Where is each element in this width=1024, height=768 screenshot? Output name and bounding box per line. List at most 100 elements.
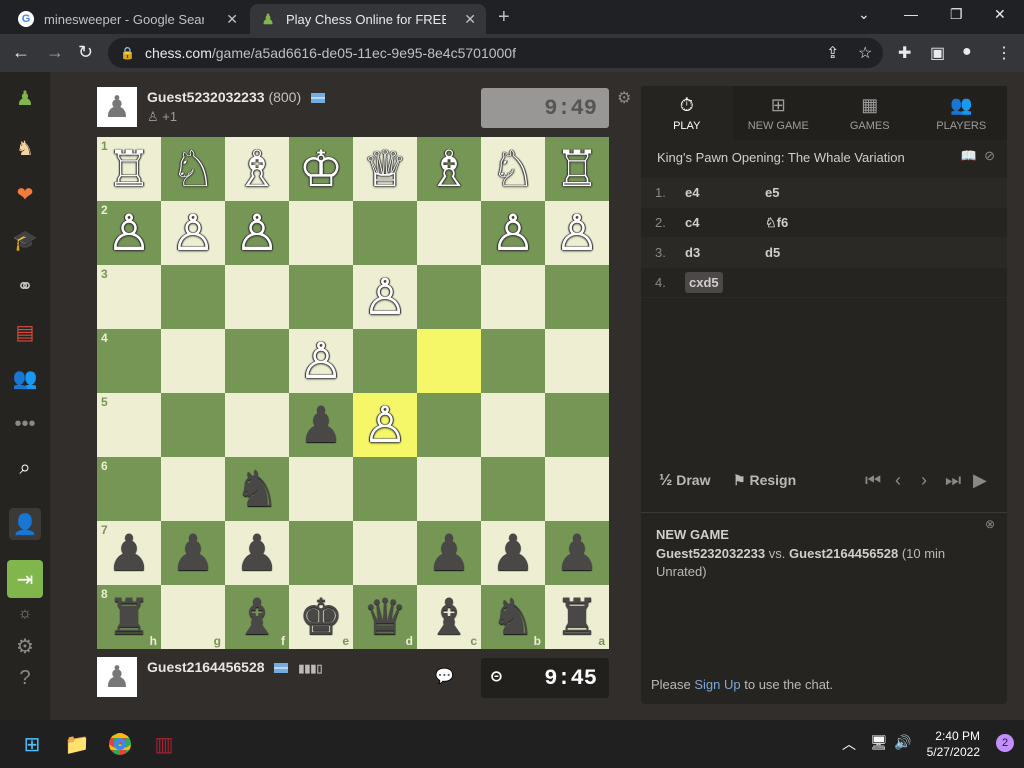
board-square[interactable] bbox=[289, 521, 353, 585]
chess-piece[interactable]: ♙ bbox=[171, 208, 216, 258]
white-move[interactable]: d3 bbox=[685, 245, 765, 260]
prev-move-icon[interactable]: ‹ bbox=[895, 470, 901, 491]
black-move[interactable]: ♘f6 bbox=[765, 215, 845, 231]
chess-piece[interactable]: ♞ bbox=[491, 592, 536, 642]
chrome-icon[interactable] bbox=[104, 728, 136, 760]
book-icon[interactable]: 📖 bbox=[961, 148, 977, 163]
board-square[interactable] bbox=[161, 265, 225, 329]
avatar[interactable]: ♟ bbox=[97, 87, 137, 127]
play-icon[interactable]: ▶ bbox=[973, 470, 987, 491]
chess-logo-icon[interactable]: ♟ bbox=[9, 82, 41, 114]
board-square[interactable] bbox=[481, 329, 545, 393]
tab-new-game[interactable]: ⊞ NEW GAME bbox=[733, 86, 825, 140]
login-icon[interactable]: ⇥ bbox=[7, 560, 43, 598]
chess-piece[interactable]: ♜ bbox=[555, 592, 600, 642]
avatar[interactable]: ♟ bbox=[97, 657, 137, 697]
board-square[interactable] bbox=[289, 201, 353, 265]
resign-button[interactable]: ⚑ Resign bbox=[733, 472, 796, 489]
top-player-name[interactable]: Guest5232032233 (800) bbox=[147, 89, 326, 105]
white-move[interactable]: e4 bbox=[685, 185, 765, 200]
board-square[interactable] bbox=[417, 201, 481, 265]
more-icon[interactable]: ••• bbox=[9, 408, 41, 440]
board-square[interactable]: ♟ bbox=[481, 521, 545, 585]
close-window-icon[interactable]: ✕ bbox=[994, 6, 1006, 23]
board-square[interactable]: ♗ bbox=[417, 137, 481, 201]
chess-piece[interactable]: ♟ bbox=[235, 528, 280, 578]
reload-icon[interactable]: ↻ bbox=[78, 42, 93, 63]
notification-badge[interactable]: 2 bbox=[996, 734, 1014, 752]
board-square[interactable] bbox=[481, 393, 545, 457]
chess-piece[interactable]: ♞ bbox=[235, 464, 280, 514]
board-square[interactable]: ♙ bbox=[481, 201, 545, 265]
chess-piece[interactable]: ♟ bbox=[299, 400, 344, 450]
board-square[interactable] bbox=[353, 457, 417, 521]
opening-name[interactable]: King's Pawn Opening: The Whale Variation bbox=[657, 150, 905, 165]
chess-piece[interactable]: ♕ bbox=[363, 144, 408, 194]
board-square[interactable] bbox=[417, 393, 481, 457]
last-move-icon[interactable]: ⏭ bbox=[945, 470, 961, 491]
board-square[interactable]: ♙ bbox=[545, 201, 609, 265]
board-square[interactable]: ♗ bbox=[225, 137, 289, 201]
chessboard[interactable]: ♖ 1 ♘ ♗ ♔ ♕ ♗ ♘ ♖ ♙ 2 ♙ ♙ ♙ ♙ 3 ♙ 4 ♙ 5 ♟ ♙ 6 ♞ ♟ 7 ♟ ♟ ♟ ♟ ♟ ♜ 8 h g ♝ f ♚ e ♛… bbox=[97, 137, 609, 649]
explorer-icon[interactable]: ⊘ bbox=[984, 148, 995, 163]
board-square[interactable] bbox=[161, 457, 225, 521]
board-square[interactable] bbox=[225, 265, 289, 329]
board-square[interactable]: ♟ 7 bbox=[97, 521, 161, 585]
board-square[interactable] bbox=[481, 457, 545, 521]
board-square[interactable]: 3 bbox=[97, 265, 161, 329]
board-square[interactable]: ♟ bbox=[545, 521, 609, 585]
chess-piece[interactable]: ♟ bbox=[171, 528, 216, 578]
network-icon[interactable]: 🖥 bbox=[870, 734, 888, 751]
board-square[interactable] bbox=[225, 329, 289, 393]
board-square[interactable] bbox=[225, 393, 289, 457]
next-move-icon[interactable]: › bbox=[921, 470, 927, 491]
chess-piece[interactable]: ♖ bbox=[555, 144, 600, 194]
board-square[interactable] bbox=[481, 265, 545, 329]
chess-piece[interactable]: ♙ bbox=[363, 400, 408, 450]
news-icon[interactable]: ▤ bbox=[9, 316, 41, 348]
black-move[interactable]: d5 bbox=[765, 245, 845, 260]
board-square[interactable]: ♟ bbox=[225, 521, 289, 585]
board-square[interactable]: ♚ e bbox=[289, 585, 353, 649]
close-tab-icon[interactable]: ✕ bbox=[464, 11, 476, 28]
chat-bubble-icon[interactable]: 💬 bbox=[435, 667, 454, 685]
board-grid[interactable]: ♖ 1 ♘ ♗ ♔ ♕ ♗ ♘ ♖ ♙ 2 ♙ ♙ ♙ ♙ 3 ♙ 4 ♙ 5 ♟ ♙ 6 ♞ ♟ 7 ♟ ♟ ♟ ♟ ♟ ♜ 8 h g ♝ f ♚ e ♛… bbox=[97, 137, 609, 649]
close-chat-icon[interactable]: ⊗ bbox=[985, 517, 995, 531]
board-square[interactable] bbox=[161, 393, 225, 457]
lessons-icon[interactable]: ❤ bbox=[9, 178, 41, 210]
learn-icon[interactable]: 🎓 bbox=[9, 224, 41, 256]
chess-piece[interactable]: ♙ bbox=[299, 336, 344, 386]
signup-icon[interactable]: 👤 bbox=[9, 508, 41, 540]
board-square[interactable]: ♖ 1 bbox=[97, 137, 161, 201]
tab-search-chevron-icon[interactable]: ⌄ bbox=[858, 6, 870, 23]
white-move[interactable]: c4 bbox=[685, 215, 765, 230]
tab-games[interactable]: ▦ GAMES bbox=[824, 86, 916, 140]
board-square[interactable]: ♙ bbox=[225, 201, 289, 265]
board-square[interactable]: ♕ bbox=[353, 137, 417, 201]
tab-google-search[interactable]: G minesweeper - Google Search ✕ bbox=[8, 4, 248, 34]
board-square[interactable]: ♙ bbox=[353, 393, 417, 457]
board-square[interactable]: ♝ f bbox=[225, 585, 289, 649]
board-square[interactable]: ♖ bbox=[545, 137, 609, 201]
board-square[interactable]: ♟ bbox=[417, 521, 481, 585]
board-square[interactable] bbox=[161, 329, 225, 393]
board-square[interactable]: ♛ d bbox=[353, 585, 417, 649]
profile-icon[interactable]: ● bbox=[962, 43, 972, 61]
board-square[interactable] bbox=[417, 329, 481, 393]
close-tab-icon[interactable]: ✕ bbox=[226, 11, 238, 28]
chess-piece[interactable]: ♙ bbox=[235, 208, 280, 258]
chess-piece[interactable]: ♖ bbox=[107, 144, 152, 194]
board-square[interactable]: ♙ 2 bbox=[97, 201, 161, 265]
board-square[interactable]: ♜ a bbox=[545, 585, 609, 649]
chess-piece[interactable]: ♝ bbox=[235, 592, 280, 642]
new-tab-icon[interactable]: + bbox=[498, 6, 510, 29]
forward-icon[interactable]: → bbox=[46, 42, 64, 63]
board-square[interactable]: ♙ bbox=[289, 329, 353, 393]
chess-piece[interactable]: ♘ bbox=[171, 144, 216, 194]
draw-button[interactable]: ½ Draw bbox=[659, 472, 710, 490]
restore-icon[interactable]: ❐ bbox=[950, 6, 963, 23]
sign-up-link[interactable]: Sign Up bbox=[694, 677, 740, 692]
board-square[interactable]: 4 bbox=[97, 329, 161, 393]
settings-gear-icon[interactable]: ⚙ bbox=[9, 630, 41, 662]
white-move-current[interactable]: cxd5 bbox=[685, 272, 765, 293]
